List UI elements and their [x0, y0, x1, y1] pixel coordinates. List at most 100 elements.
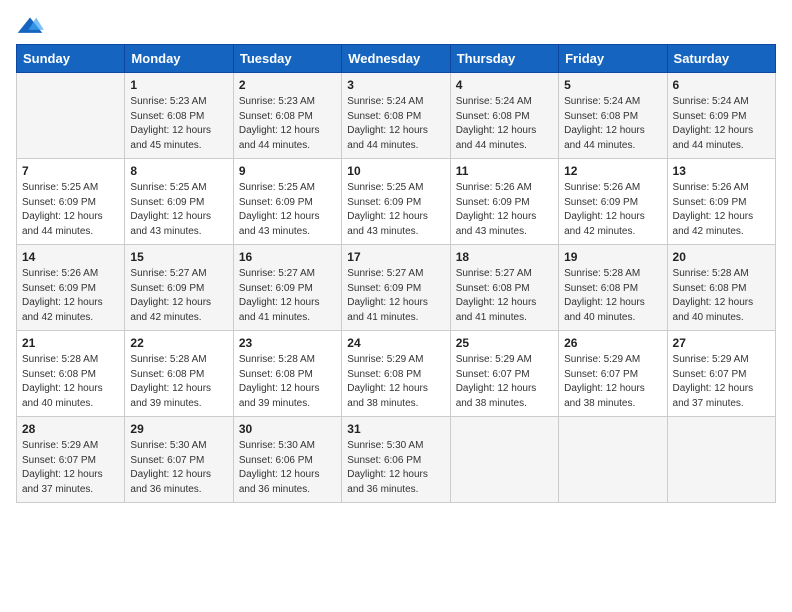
calendar-cell: 9 Sunrise: 5:25 AMSunset: 6:09 PMDayligh… [233, 159, 341, 245]
header [16, 16, 776, 36]
day-info: Sunrise: 5:24 AMSunset: 6:09 PMDaylight:… [673, 95, 770, 153]
calendar-cell: 10 Sunrise: 5:25 AMSunset: 6:09 PMDaylig… [342, 159, 450, 245]
calendar-week-4: 21 Sunrise: 5:28 AMSunset: 6:08 PMDaylig… [17, 331, 776, 417]
calendar-cell: 24 Sunrise: 5:29 AMSunset: 6:08 PMDaylig… [342, 331, 450, 417]
day-number: 14 [22, 250, 119, 264]
day-number: 5 [564, 78, 661, 92]
day-number: 25 [456, 336, 553, 350]
calendar-cell: 27 Sunrise: 5:29 AMSunset: 6:07 PMDaylig… [667, 331, 775, 417]
day-number: 31 [347, 422, 444, 436]
day-info: Sunrise: 5:23 AMSunset: 6:08 PMDaylight:… [239, 95, 336, 153]
calendar-cell: 20 Sunrise: 5:28 AMSunset: 6:08 PMDaylig… [667, 245, 775, 331]
day-info: Sunrise: 5:23 AMSunset: 6:08 PMDaylight:… [130, 95, 227, 153]
day-info: Sunrise: 5:30 AMSunset: 6:07 PMDaylight:… [130, 439, 227, 497]
calendar-cell: 30 Sunrise: 5:30 AMSunset: 6:06 PMDaylig… [233, 417, 341, 503]
day-number: 2 [239, 78, 336, 92]
day-number: 24 [347, 336, 444, 350]
calendar-cell: 26 Sunrise: 5:29 AMSunset: 6:07 PMDaylig… [559, 331, 667, 417]
calendar-cell: 6 Sunrise: 5:24 AMSunset: 6:09 PMDayligh… [667, 73, 775, 159]
calendar-cell: 2 Sunrise: 5:23 AMSunset: 6:08 PMDayligh… [233, 73, 341, 159]
day-info: Sunrise: 5:26 AMSunset: 6:09 PMDaylight:… [564, 181, 661, 239]
day-info: Sunrise: 5:26 AMSunset: 6:09 PMDaylight:… [22, 267, 119, 325]
calendar-cell [667, 417, 775, 503]
calendar-week-5: 28 Sunrise: 5:29 AMSunset: 6:07 PMDaylig… [17, 417, 776, 503]
calendar-cell: 8 Sunrise: 5:25 AMSunset: 6:09 PMDayligh… [125, 159, 233, 245]
day-info: Sunrise: 5:25 AMSunset: 6:09 PMDaylight:… [239, 181, 336, 239]
calendar-cell [17, 73, 125, 159]
day-number: 10 [347, 164, 444, 178]
day-info: Sunrise: 5:26 AMSunset: 6:09 PMDaylight:… [673, 181, 770, 239]
calendar-cell: 7 Sunrise: 5:25 AMSunset: 6:09 PMDayligh… [17, 159, 125, 245]
day-number: 1 [130, 78, 227, 92]
day-number: 23 [239, 336, 336, 350]
day-number: 8 [130, 164, 227, 178]
day-number: 13 [673, 164, 770, 178]
day-info: Sunrise: 5:27 AMSunset: 6:09 PMDaylight:… [347, 267, 444, 325]
weekday-header-wednesday: Wednesday [342, 45, 450, 73]
logo-icon [16, 16, 44, 36]
day-info: Sunrise: 5:27 AMSunset: 6:09 PMDaylight:… [130, 267, 227, 325]
weekday-header-row: SundayMondayTuesdayWednesdayThursdayFrid… [17, 45, 776, 73]
day-info: Sunrise: 5:25 AMSunset: 6:09 PMDaylight:… [347, 181, 444, 239]
calendar-cell: 19 Sunrise: 5:28 AMSunset: 6:08 PMDaylig… [559, 245, 667, 331]
day-number: 6 [673, 78, 770, 92]
weekday-header-thursday: Thursday [450, 45, 558, 73]
calendar-week-3: 14 Sunrise: 5:26 AMSunset: 6:09 PMDaylig… [17, 245, 776, 331]
day-number: 29 [130, 422, 227, 436]
logo [16, 16, 54, 36]
calendar-week-2: 7 Sunrise: 5:25 AMSunset: 6:09 PMDayligh… [17, 159, 776, 245]
calendar-cell: 28 Sunrise: 5:29 AMSunset: 6:07 PMDaylig… [17, 417, 125, 503]
day-number: 7 [22, 164, 119, 178]
weekday-header-sunday: Sunday [17, 45, 125, 73]
calendar-cell: 31 Sunrise: 5:30 AMSunset: 6:06 PMDaylig… [342, 417, 450, 503]
day-info: Sunrise: 5:25 AMSunset: 6:09 PMDaylight:… [130, 181, 227, 239]
calendar-cell: 29 Sunrise: 5:30 AMSunset: 6:07 PMDaylig… [125, 417, 233, 503]
weekday-header-saturday: Saturday [667, 45, 775, 73]
calendar-cell: 18 Sunrise: 5:27 AMSunset: 6:08 PMDaylig… [450, 245, 558, 331]
day-info: Sunrise: 5:29 AMSunset: 6:07 PMDaylight:… [564, 353, 661, 411]
weekday-header-monday: Monday [125, 45, 233, 73]
day-number: 12 [564, 164, 661, 178]
day-number: 19 [564, 250, 661, 264]
day-info: Sunrise: 5:30 AMSunset: 6:06 PMDaylight:… [347, 439, 444, 497]
day-info: Sunrise: 5:28 AMSunset: 6:08 PMDaylight:… [239, 353, 336, 411]
day-info: Sunrise: 5:27 AMSunset: 6:09 PMDaylight:… [239, 267, 336, 325]
day-number: 27 [673, 336, 770, 350]
calendar-table: SundayMondayTuesdayWednesdayThursdayFrid… [16, 44, 776, 503]
day-info: Sunrise: 5:29 AMSunset: 6:07 PMDaylight:… [456, 353, 553, 411]
day-info: Sunrise: 5:29 AMSunset: 6:07 PMDaylight:… [22, 439, 119, 497]
day-number: 3 [347, 78, 444, 92]
calendar-cell: 17 Sunrise: 5:27 AMSunset: 6:09 PMDaylig… [342, 245, 450, 331]
day-info: Sunrise: 5:28 AMSunset: 6:08 PMDaylight:… [130, 353, 227, 411]
day-number: 15 [130, 250, 227, 264]
calendar-cell: 13 Sunrise: 5:26 AMSunset: 6:09 PMDaylig… [667, 159, 775, 245]
calendar-cell [559, 417, 667, 503]
day-number: 21 [22, 336, 119, 350]
day-number: 26 [564, 336, 661, 350]
day-info: Sunrise: 5:29 AMSunset: 6:07 PMDaylight:… [673, 353, 770, 411]
day-number: 28 [22, 422, 119, 436]
day-number: 16 [239, 250, 336, 264]
calendar-cell: 12 Sunrise: 5:26 AMSunset: 6:09 PMDaylig… [559, 159, 667, 245]
calendar-week-1: 1 Sunrise: 5:23 AMSunset: 6:08 PMDayligh… [17, 73, 776, 159]
weekday-header-friday: Friday [559, 45, 667, 73]
calendar-cell: 4 Sunrise: 5:24 AMSunset: 6:08 PMDayligh… [450, 73, 558, 159]
calendar-cell: 23 Sunrise: 5:28 AMSunset: 6:08 PMDaylig… [233, 331, 341, 417]
day-number: 18 [456, 250, 553, 264]
day-number: 20 [673, 250, 770, 264]
calendar-cell [450, 417, 558, 503]
calendar-cell: 16 Sunrise: 5:27 AMSunset: 6:09 PMDaylig… [233, 245, 341, 331]
day-number: 11 [456, 164, 553, 178]
day-number: 22 [130, 336, 227, 350]
day-info: Sunrise: 5:29 AMSunset: 6:08 PMDaylight:… [347, 353, 444, 411]
day-info: Sunrise: 5:28 AMSunset: 6:08 PMDaylight:… [564, 267, 661, 325]
calendar-cell: 25 Sunrise: 5:29 AMSunset: 6:07 PMDaylig… [450, 331, 558, 417]
calendar-cell: 21 Sunrise: 5:28 AMSunset: 6:08 PMDaylig… [17, 331, 125, 417]
calendar-cell: 3 Sunrise: 5:24 AMSunset: 6:08 PMDayligh… [342, 73, 450, 159]
calendar-cell: 11 Sunrise: 5:26 AMSunset: 6:09 PMDaylig… [450, 159, 558, 245]
day-info: Sunrise: 5:25 AMSunset: 6:09 PMDaylight:… [22, 181, 119, 239]
weekday-header-tuesday: Tuesday [233, 45, 341, 73]
day-info: Sunrise: 5:24 AMSunset: 6:08 PMDaylight:… [347, 95, 444, 153]
calendar-cell: 14 Sunrise: 5:26 AMSunset: 6:09 PMDaylig… [17, 245, 125, 331]
day-info: Sunrise: 5:30 AMSunset: 6:06 PMDaylight:… [239, 439, 336, 497]
